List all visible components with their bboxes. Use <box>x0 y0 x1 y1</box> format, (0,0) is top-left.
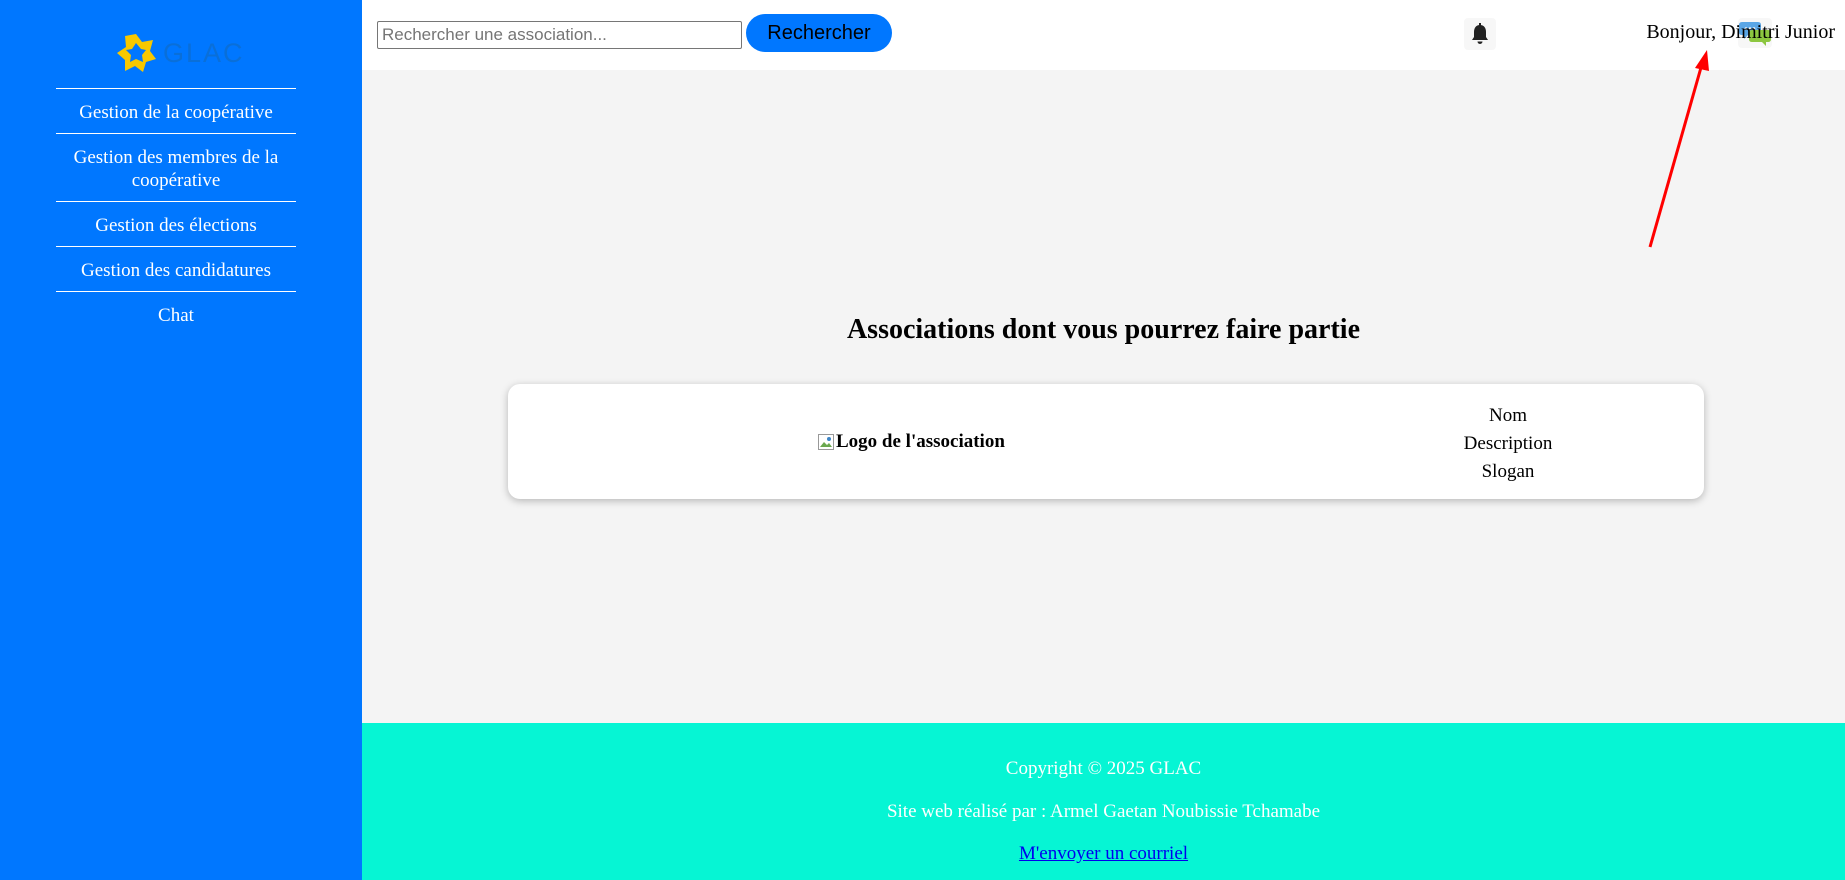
search-button[interactable]: Rechercher <box>746 14 892 52</box>
bell-icon <box>1472 23 1488 44</box>
notification-button[interactable] <box>1464 18 1496 50</box>
search-input[interactable] <box>377 21 742 49</box>
broken-image-icon <box>818 434 834 450</box>
association-info: Nom Description Slogan <box>1378 402 1638 486</box>
sidebar-item-chat[interactable]: Chat <box>56 291 296 336</box>
annotation-arrow <box>1648 50 1709 248</box>
association-logo-alt: Logo de l'association <box>836 431 1005 452</box>
association-description: Description <box>1463 433 1553 454</box>
sidebar-nav: Gestion de la coopérative Gestion des me… <box>56 88 296 336</box>
page-title: Associations dont vous pourrez faire par… <box>846 314 1361 345</box>
sidebar-item-members[interactable]: Gestion des membres de la coopérative <box>56 133 296 201</box>
footer-copyright: Copyright © 2025 GLAC <box>1005 758 1202 779</box>
sidebar-item-cooperative[interactable]: Gestion de la coopérative <box>56 88 296 133</box>
sidebar: GLAC Gestion de la coopérative Gestion d… <box>0 0 362 880</box>
glac-star-icon <box>117 34 156 72</box>
top-bar: Rechercher Bonjour, Dimitri Junior <box>362 0 1845 70</box>
email-link[interactable]: M'envoyer un courriel <box>1019 843 1188 864</box>
association-logo: Logo de l'association <box>818 431 1005 453</box>
footer: Copyright © 2025 GLAC Site web réalisé p… <box>362 723 1845 880</box>
association-card[interactable]: Logo de l'association Nom Description Sl… <box>508 384 1704 499</box>
user-greeting: Bonjour, Dimitri Junior <box>1646 21 1835 43</box>
footer-credit: Site web réalisé par : Armel Gaetan Noub… <box>886 801 1321 822</box>
sidebar-item-elections[interactable]: Gestion des élections <box>56 201 296 246</box>
sidebar-item-candidatures[interactable]: Gestion des candidatures <box>56 246 296 291</box>
brand-name: GLAC <box>163 37 245 68</box>
association-name: Nom <box>1489 405 1527 426</box>
association-slogan: Slogan <box>1481 461 1535 482</box>
glac-logo[interactable]: GLAC <box>115 32 245 74</box>
